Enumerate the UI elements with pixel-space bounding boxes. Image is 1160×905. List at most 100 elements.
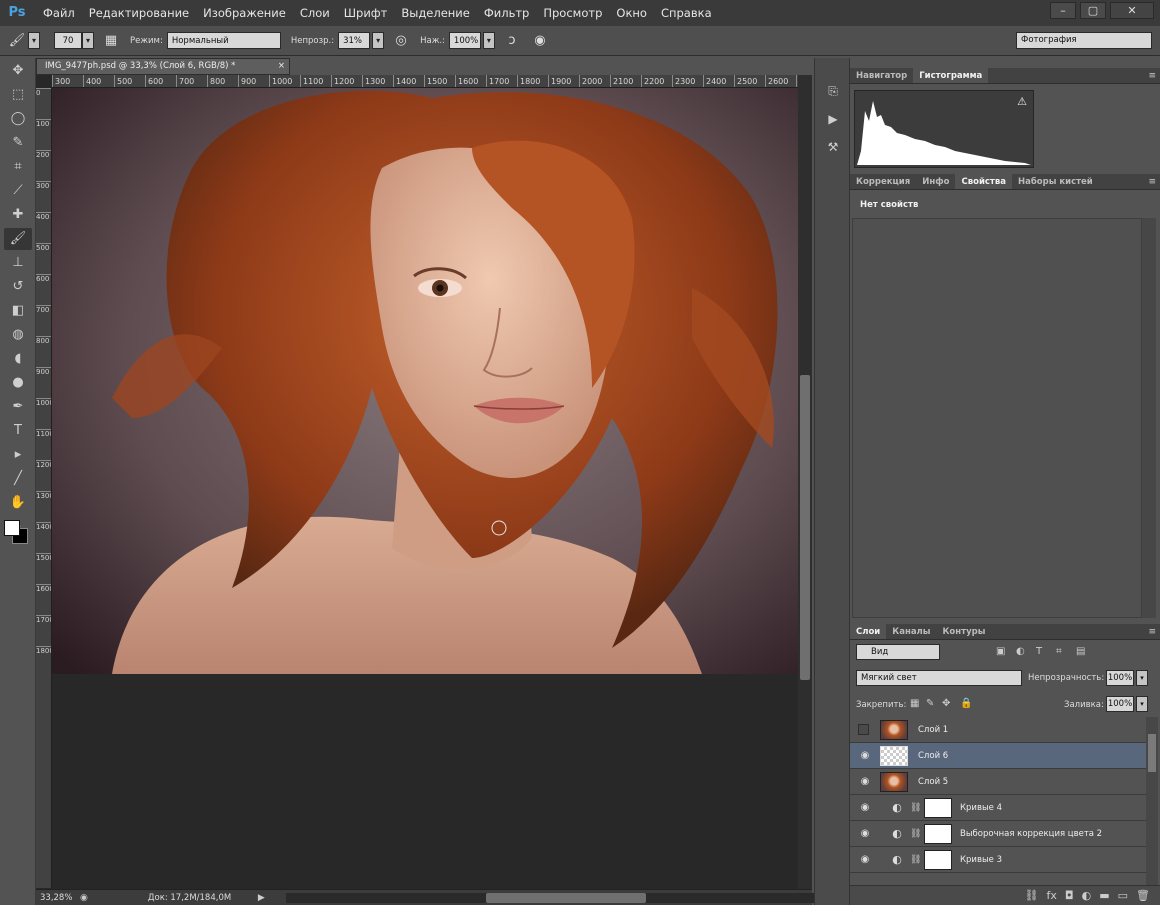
mode-select[interactable]: Нормальный <box>166 32 281 49</box>
panel-menu-icon[interactable]: ≡ <box>1148 174 1156 190</box>
lock-position-icon[interactable]: ✥ <box>942 698 950 709</box>
lock-transparency-icon[interactable]: ▦ <box>910 698 919 709</box>
layer-thumbnail[interactable] <box>880 772 908 792</box>
horizontal-scrollbar[interactable] <box>286 893 826 903</box>
layer-thumbnail[interactable] <box>880 746 908 766</box>
menu-view[interactable]: Просмотр <box>536 0 609 26</box>
healing-icon[interactable]: ✚ <box>4 204 32 226</box>
type-icon[interactable]: T <box>4 420 32 442</box>
mask-link-icon[interactable]: ⛓ <box>910 853 921 867</box>
quick-select-icon[interactable]: ✎ <box>4 132 32 154</box>
layer-mask-thumbnail[interactable] <box>924 824 952 844</box>
tablet-pressure-icon[interactable]: ◉ <box>529 30 551 52</box>
brush-preset-dropdown[interactable]: ▾ <box>28 32 40 49</box>
layer-mask-thumbnail[interactable] <box>924 798 952 818</box>
layer-row[interactable]: ◉ ◐ ⛓ Кривые 3 <box>850 847 1146 873</box>
foreground-color-swatch[interactable] <box>4 520 20 536</box>
document-tab[interactable]: IMG_9477ph.psd @ 33,3% (Слой 6, RGB/8) *… <box>36 58 290 75</box>
layer-row[interactable]: Слой 1 <box>850 717 1146 743</box>
mask-link-icon[interactable]: ⛓ <box>910 827 921 841</box>
zoom-level[interactable]: 33,28% <box>40 893 80 903</box>
panel-menu-icon[interactable]: ≡ <box>1148 624 1156 640</box>
path-select-icon[interactable]: ▸ <box>4 444 32 466</box>
dodge-icon[interactable]: ● <box>4 372 32 394</box>
photo-canvas[interactable] <box>52 88 798 674</box>
tab-layers[interactable]: Слои <box>850 624 887 639</box>
group-icon[interactable]: ▬ <box>1099 886 1109 905</box>
marquee-icon[interactable]: ⬚ <box>4 84 32 106</box>
vertical-scroll-thumb[interactable] <box>800 375 810 680</box>
fill-field[interactable]: 100% <box>1106 696 1134 712</box>
tool-presets-icon[interactable]: ⚒ <box>822 136 844 158</box>
brush-size-dropdown[interactable]: ▾ <box>82 32 94 49</box>
mask-link-icon[interactable]: ⛓ <box>910 801 921 815</box>
new-layer-icon[interactable]: ▭ <box>1118 886 1128 905</box>
brush-icon[interactable]: 🖌 <box>4 228 32 250</box>
bucket-icon[interactable]: ◍ <box>4 324 32 346</box>
tab-channels[interactable]: Каналы <box>886 624 936 639</box>
opacity-pressure-icon[interactable]: ◎ <box>390 30 412 52</box>
pen-icon[interactable]: ✒ <box>4 396 32 418</box>
brush-panel-icon[interactable]: ▦ <box>100 30 122 52</box>
restore-button[interactable]: ▢ <box>1080 2 1106 19</box>
layer-name[interactable]: Слой 5 <box>918 769 948 795</box>
menu-edit[interactable]: Редактирование <box>82 0 196 26</box>
close-button[interactable]: ✕ <box>1110 2 1154 19</box>
tab-properties[interactable]: Свойства <box>955 174 1012 189</box>
actions-play-icon[interactable]: ▶ <box>822 108 844 130</box>
link-icon[interactable]: ⛓ <box>1025 886 1039 905</box>
adjustment-icon[interactable]: ◐ <box>1082 886 1092 905</box>
layer-row[interactable]: ◉ Слой 5 <box>850 769 1146 795</box>
minimize-button[interactable]: – <box>1050 2 1076 19</box>
tab-paths[interactable]: Контуры <box>936 624 991 639</box>
layer-opacity-field[interactable]: 100% <box>1106 670 1134 686</box>
tab-navigator[interactable]: Навигатор <box>850 68 913 83</box>
close-tab-icon[interactable]: × <box>278 59 285 74</box>
lasso-icon[interactable]: ◯ <box>4 108 32 130</box>
menu-layers[interactable]: Слои <box>293 0 337 26</box>
eye-icon[interactable]: ◉ <box>858 854 872 866</box>
layer-name[interactable]: Слой 6 <box>918 743 948 769</box>
menu-window[interactable]: Окно <box>609 0 654 26</box>
properties-scrollbar[interactable] <box>1142 218 1156 618</box>
filter-adjustment-icon[interactable]: ◐ <box>1016 646 1025 657</box>
filter-pixel-icon[interactable]: ▣ <box>996 646 1005 657</box>
layer-row[interactable]: ◉ ◐ ⛓ Выборочная коррекция цвета 2 <box>850 821 1146 847</box>
tab-brush-presets[interactable]: Наборы кистей <box>1012 174 1099 189</box>
fill-dropdown[interactable]: ▾ <box>1136 696 1148 712</box>
filter-smart-object-icon[interactable]: ▤ <box>1076 646 1085 657</box>
hand-icon[interactable]: ✋ <box>4 492 32 514</box>
pressure-field[interactable]: 100% <box>448 32 481 49</box>
panel-menu-icon[interactable]: ≡ <box>1148 68 1156 84</box>
warning-icon[interactable]: ⚠ <box>1017 95 1027 108</box>
eye-icon[interactable]: ◉ <box>858 750 872 762</box>
tab-info[interactable]: Инфо <box>916 174 955 189</box>
layer-name[interactable]: Слой 1 <box>918 717 948 743</box>
crop-icon[interactable]: ⌗ <box>4 156 32 178</box>
lock-all-icon[interactable]: 🔒 <box>960 698 972 709</box>
lock-pixels-icon[interactable]: ✎ <box>926 698 934 709</box>
eye-icon[interactable]: ◉ <box>858 776 872 788</box>
layer-mask-thumbnail[interactable] <box>924 850 952 870</box>
opacity-dropdown[interactable]: ▾ <box>372 32 385 49</box>
layers-scroll-thumb[interactable] <box>1148 734 1156 772</box>
layer-filter-select[interactable]: Вид <box>856 644 940 660</box>
brush-preset-icon[interactable]: 🖌 <box>6 30 28 52</box>
history-brush-icon[interactable]: ↺ <box>4 276 32 298</box>
eye-icon[interactable]: ◉ <box>858 802 872 814</box>
menu-filter[interactable]: Фильтр <box>477 0 537 26</box>
pressure-dropdown[interactable]: ▾ <box>482 32 495 49</box>
layer-thumbnail[interactable] <box>880 720 908 740</box>
tab-histogram[interactable]: Гистограмма <box>913 68 989 83</box>
menu-type[interactable]: Шрифт <box>337 0 395 26</box>
mask-icon[interactable]: ◘ <box>1065 886 1074 905</box>
line-icon[interactable]: ╱ <box>4 468 32 490</box>
filter-shape-icon[interactable]: ⌗ <box>1056 646 1062 657</box>
move-icon[interactable]: ✥ <box>4 60 32 82</box>
menu-file[interactable]: Файл <box>36 0 82 26</box>
opacity-field[interactable]: 31% <box>338 32 371 49</box>
menu-image[interactable]: Изображение <box>196 0 293 26</box>
brush-size-field[interactable]: 70 <box>54 32 82 49</box>
tab-adjustments[interactable]: Коррекция <box>850 174 916 189</box>
eye-icon[interactable]: ◉ <box>858 828 872 840</box>
